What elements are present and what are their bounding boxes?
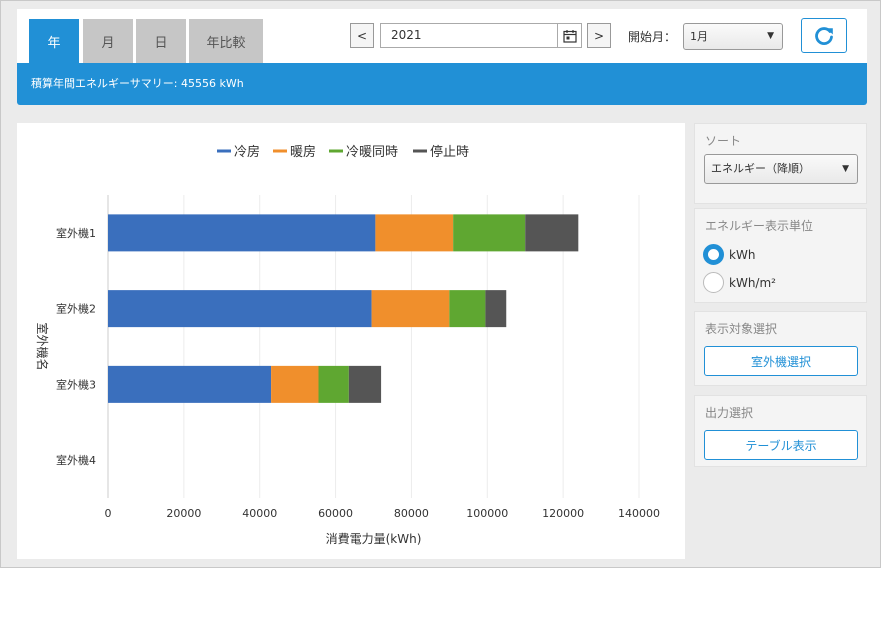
chart-panel: 0 20000 40000 60000 80000 100000 120000 140000 室…: [17, 123, 685, 559]
y-axis-title: 室外機名: [35, 322, 50, 370]
unit-option-kwh[interactable]: kWh: [703, 244, 755, 265]
unit-option-kwh-per-m2[interactable]: kWh/m²: [703, 272, 776, 293]
start-month-select[interactable]: 1月 ▼: [683, 23, 783, 50]
output-panel: 出力選択 テーブル表示: [694, 395, 867, 467]
x-tick-label: 80000: [394, 507, 429, 520]
sort-value: エネルギー（降順）: [711, 162, 810, 175]
x-tick-label: 140000: [618, 507, 660, 520]
bar-segment: [318, 365, 349, 403]
y-tick-label: 室外機4: [56, 453, 96, 467]
x-tick-label: 120000: [542, 507, 584, 520]
target-panel: 表示対象選択 室外機選択: [694, 311, 867, 386]
legend-label: 冷房: [234, 144, 260, 160]
x-tick-label: 20000: [166, 507, 201, 520]
tab-year[interactable]: 年: [29, 19, 79, 63]
x-tick-label: 40000: [242, 507, 277, 520]
dropdown-arrow-icon: ▼: [842, 164, 849, 174]
summary-bar: 積算年間エネルギーサマリー: 45556 kWh: [17, 63, 867, 105]
top-toolbar: 年 月 日 年比較 < 2021 > 開始月： 1月 ▼: [17, 9, 867, 63]
radio-selected-icon[interactable]: [703, 244, 724, 265]
year-value: 2021: [391, 28, 422, 42]
output-title: 出力選択: [705, 406, 754, 420]
bar-segment: [453, 214, 526, 252]
next-year-button[interactable]: >: [587, 23, 611, 48]
start-month-value: 1月: [690, 30, 708, 43]
unit-option-label: kWh: [729, 247, 756, 262]
select-outdoor-units-button[interactable]: 室外機選択: [704, 346, 858, 376]
unit-option-label: kWh/m²: [729, 275, 776, 290]
legend-label: 暖房: [290, 144, 316, 160]
x-tick-label: 0: [105, 507, 112, 520]
tab-day[interactable]: 日: [136, 19, 186, 63]
bar-segment: [371, 290, 450, 328]
y-tick-label: 室外機2: [56, 302, 96, 316]
y-tick-label: 室外機1: [56, 226, 96, 240]
year-input[interactable]: 2021: [380, 23, 582, 48]
sort-select[interactable]: エネルギー（降順） ▼: [704, 154, 858, 184]
table-view-button[interactable]: テーブル表示: [704, 430, 858, 460]
app-window: 年 月 日 年比較 < 2021 > 開始月： 1月 ▼ 積算年間エネルギーサマ…: [0, 0, 881, 568]
sort-panel: ソート エネルギー（降順） ▼: [694, 123, 867, 204]
legend-label: 停止時: [430, 144, 469, 160]
refresh-icon: [815, 26, 833, 45]
target-title: 表示対象選択: [705, 322, 778, 336]
prev-year-button[interactable]: <: [350, 23, 374, 48]
sort-title: ソート: [705, 134, 742, 148]
bar-segment: [108, 214, 376, 252]
bar-segment: [271, 365, 319, 403]
bar-segment: [108, 365, 272, 403]
bar-segment: [108, 290, 372, 328]
refresh-button[interactable]: [801, 18, 847, 53]
dropdown-arrow-icon: ▼: [767, 31, 774, 41]
bar-segment: [485, 290, 507, 328]
energy-bar-chart: 0 20000 40000 60000 80000 100000 120000 140000 室…: [35, 144, 660, 546]
tab-month[interactable]: 月: [83, 19, 133, 63]
bar-segment: [525, 214, 579, 252]
x-axis-title: 消費電力量(kWh): [326, 531, 422, 546]
unit-panel: エネルギー表示単位 kWh kWh/m²: [694, 208, 867, 303]
radio-unselected-icon[interactable]: [703, 272, 724, 293]
x-tick-label: 60000: [318, 507, 353, 520]
y-tick-label: 室外機3: [56, 377, 96, 391]
bar-segment: [449, 290, 486, 328]
calendar-icon[interactable]: [557, 24, 581, 47]
legend-label: 冷暖同時: [346, 145, 398, 160]
tab-year-compare[interactable]: 年比較: [189, 19, 263, 63]
bar-segment: [375, 214, 454, 252]
unit-title: エネルギー表示単位: [705, 219, 814, 233]
start-month-label: 開始月：: [628, 30, 677, 44]
summary-text: 積算年間エネルギーサマリー: 45556 kWh: [31, 77, 244, 90]
bar-segment: [348, 365, 382, 403]
x-tick-label: 100000: [466, 507, 508, 520]
